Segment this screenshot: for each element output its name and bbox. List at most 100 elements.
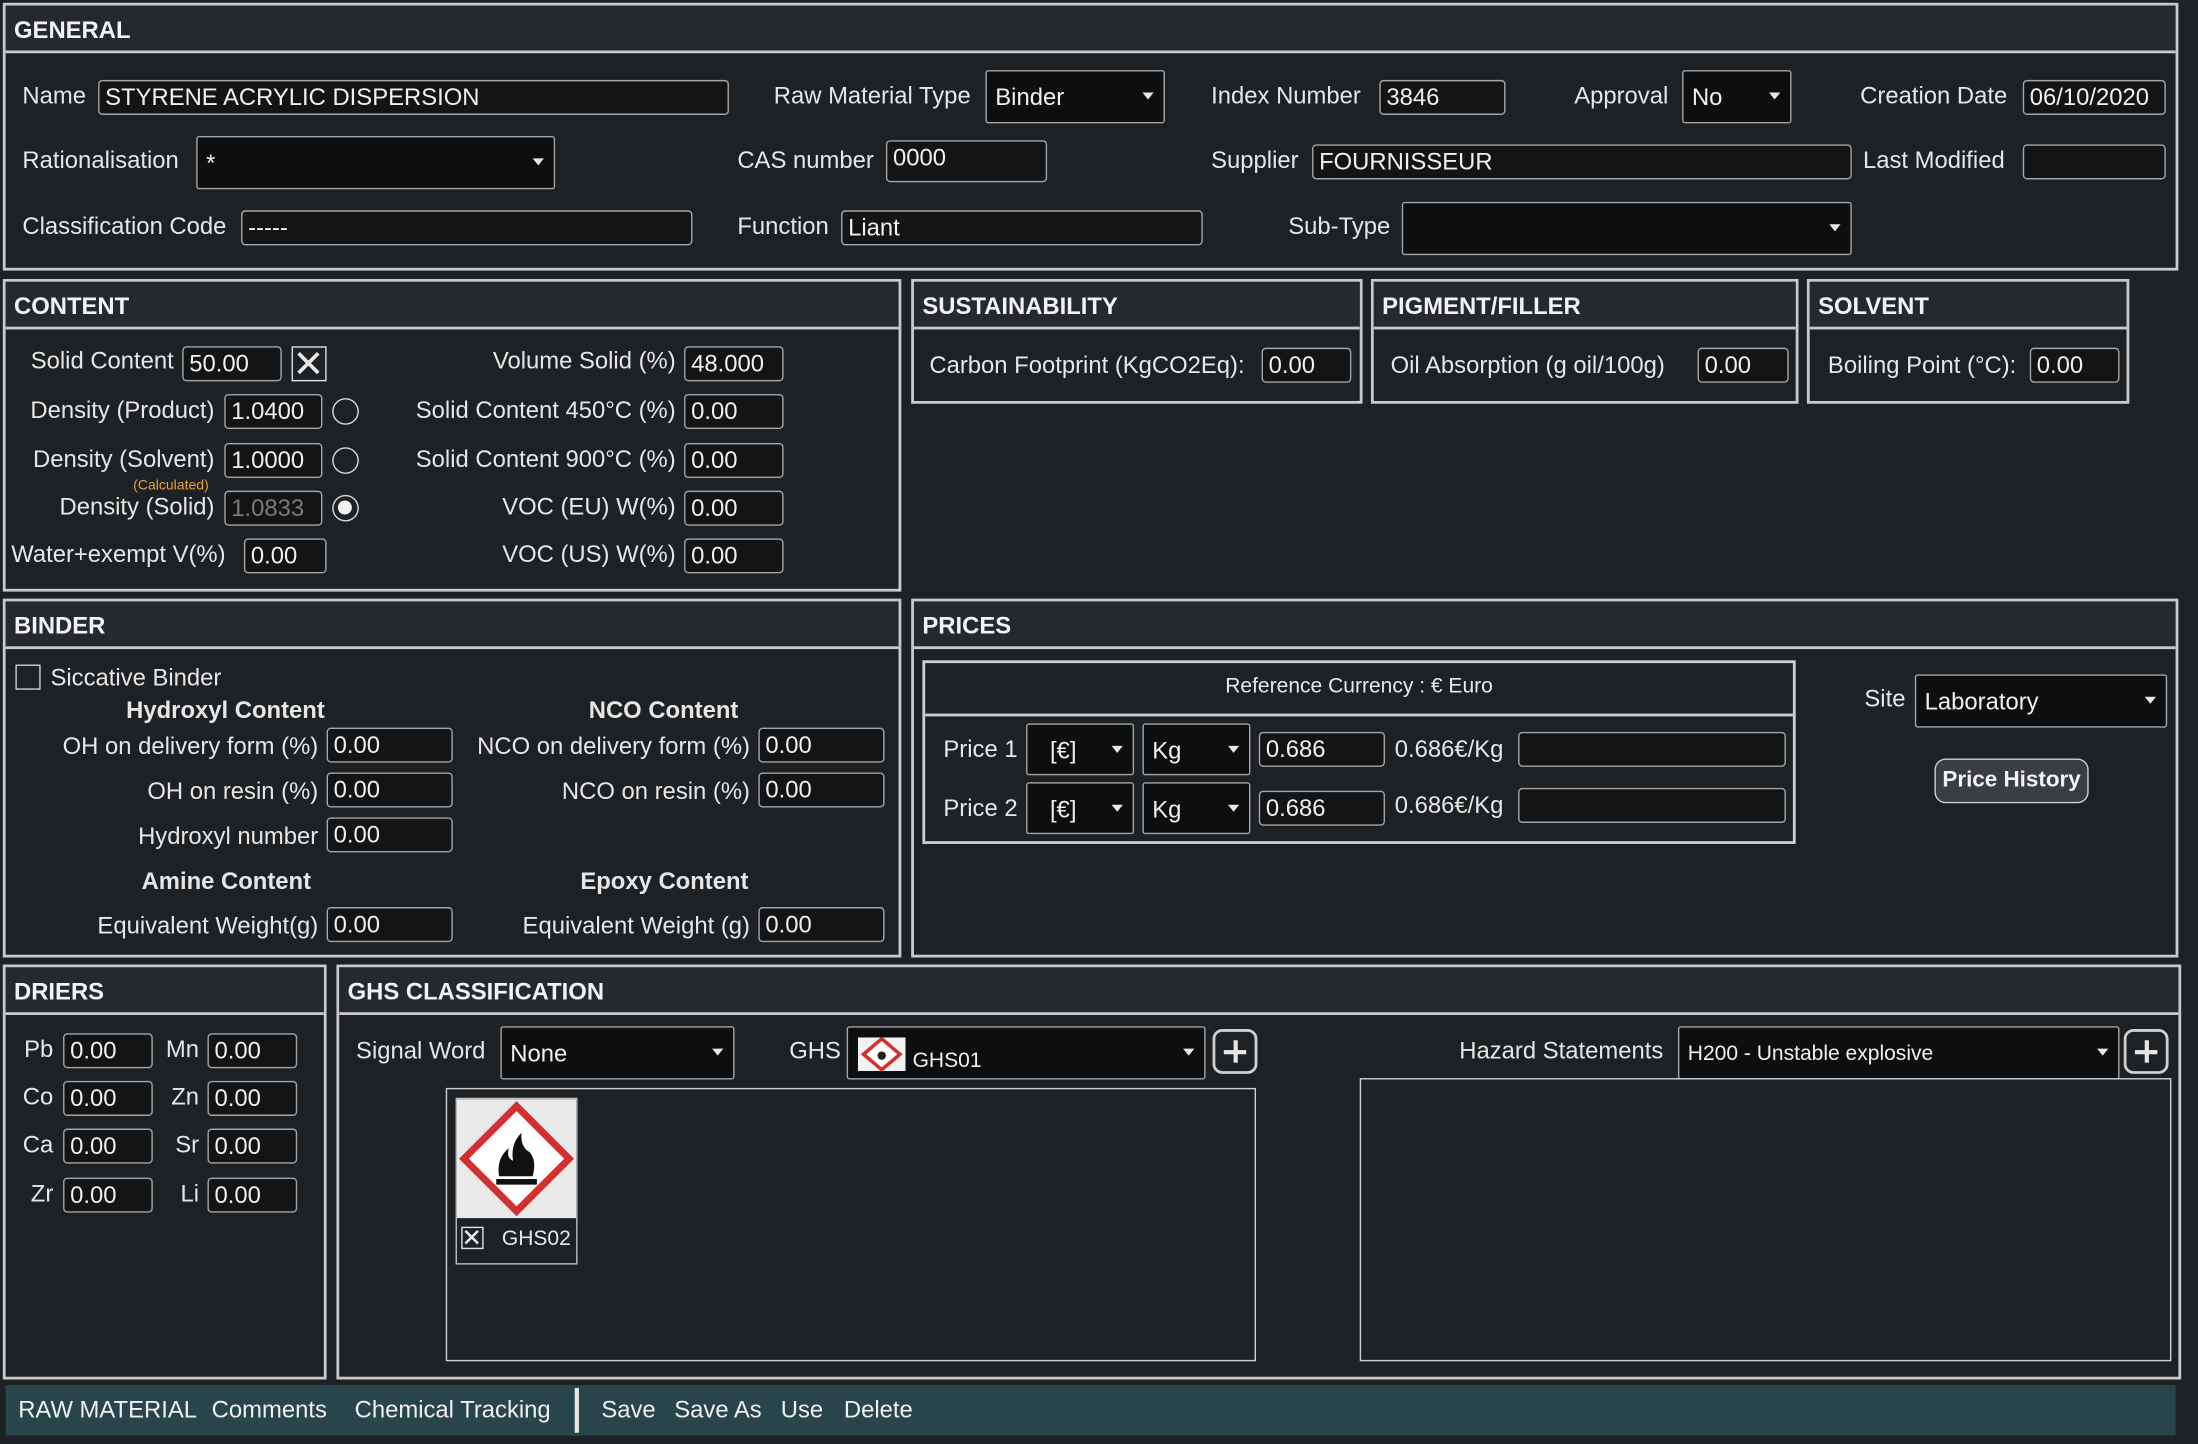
tab-raw-material[interactable]: RAW MATERIAL: [18, 1396, 197, 1424]
drier-co-label: Co: [22, 1083, 54, 1111]
content-header: CONTENT: [5, 281, 899, 330]
drier-sr-field[interactable]: 0.00: [207, 1128, 298, 1164]
approval-select[interactable]: No: [1682, 70, 1792, 124]
pictogram-checkbox[interactable]: [461, 1226, 484, 1250]
pigment-filler-header: PIGMENT/FILLER: [1373, 281, 1796, 330]
footer-toolbar: RAW MATERIAL Comments Chemical Tracking …: [5, 1385, 2176, 1436]
ghs-pictogram-card[interactable]: GHS02: [455, 1097, 578, 1265]
density-solid-field: 1.0833: [224, 490, 323, 526]
signal-word-value: None: [510, 1040, 568, 1067]
close-x-icon: [464, 1230, 479, 1245]
binder-header: BINDER: [5, 601, 899, 650]
siccative-binder-checkbox[interactable]: [15, 664, 41, 690]
drier-li-field[interactable]: 0.00: [207, 1177, 298, 1213]
signal-word-select[interactable]: None: [500, 1026, 735, 1080]
rationalisation-select[interactable]: *: [196, 135, 556, 190]
voc-eu-field[interactable]: 0.00: [684, 490, 784, 526]
nco-resin-field[interactable]: 0.00: [758, 772, 885, 808]
tab-chemical-tracking[interactable]: Chemical Tracking: [355, 1396, 551, 1424]
general-title: GENERAL: [14, 16, 131, 44]
solid-content-450-label: Solid Content 450°C (%): [415, 396, 676, 424]
price-1-unit-select[interactable]: Kg: [1142, 723, 1251, 776]
hazard-statements-select[interactable]: H200 - Unstable explosive: [1677, 1026, 2120, 1080]
price-2-label: Price 2: [943, 794, 1018, 822]
sustainability-panel: SUSTAINABILITY: [911, 278, 1363, 404]
carbon-footprint-field[interactable]: 0.00: [1261, 347, 1352, 383]
index-number-field[interactable]: 3846: [1379, 79, 1506, 115]
classification-code-label: Classification Code: [22, 213, 227, 240]
hydroxyl-number-field[interactable]: 0.00: [326, 817, 453, 853]
voc-us-field[interactable]: 0.00: [684, 538, 784, 574]
name-label: Name: [22, 82, 87, 110]
prices-title: PRICES: [922, 612, 1012, 640]
solid-content-field[interactable]: 50.00: [182, 346, 282, 382]
price-history-label: Price History: [1942, 768, 2081, 793]
creation-date-field[interactable]: 06/10/2020: [2022, 79, 2166, 115]
function-field[interactable]: Liant: [841, 210, 1203, 246]
solid-content-900-field[interactable]: 0.00: [684, 443, 784, 479]
drier-co-field[interactable]: 0.00: [63, 1080, 153, 1116]
hazard-statements-label: Hazard Statements: [1459, 1037, 1664, 1065]
price-2-unit-select[interactable]: Kg: [1142, 782, 1251, 835]
price-1-value-field[interactable]: 0.686: [1258, 731, 1385, 767]
solid-content-450-field[interactable]: 0.00: [684, 393, 784, 429]
chevron-down-icon: [1111, 804, 1123, 812]
supplier-field[interactable]: FOURNISSEUR: [1312, 144, 1852, 180]
drier-mn-field[interactable]: 0.00: [207, 1033, 298, 1069]
sub-type-select[interactable]: [1401, 201, 1852, 256]
drier-pb-field[interactable]: 0.00: [63, 1033, 153, 1069]
epoxy-content-heading: Epoxy Content: [580, 867, 749, 895]
price-1-currency-select[interactable]: [€]: [1026, 723, 1135, 776]
add-ghs-button[interactable]: [1212, 1029, 1258, 1074]
amine-weight-label: Equivalent Weight(g): [97, 912, 319, 940]
drier-pb-label: Pb: [24, 1036, 54, 1063]
nco-delivery-label: NCO on delivery form (%): [477, 733, 750, 760]
chevron-down-icon: [532, 158, 544, 166]
nco-delivery-field[interactable]: 0.00: [758, 727, 885, 763]
chevron-down-icon: [1111, 745, 1123, 753]
drier-zn-field[interactable]: 0.00: [207, 1080, 298, 1116]
classification-code-field[interactable]: -----: [241, 210, 693, 246]
water-exempt-field[interactable]: 0.00: [243, 538, 327, 574]
chevron-down-icon: [2097, 1048, 2109, 1056]
delete-button[interactable]: Delete: [844, 1396, 913, 1424]
drier-zr-label: Zr: [30, 1180, 54, 1208]
amine-content-heading: Amine Content: [141, 867, 312, 895]
price-1-extra-field[interactable]: [1518, 731, 1786, 767]
drier-zr-field[interactable]: 0.00: [63, 1177, 153, 1213]
tab-comments[interactable]: Comments: [212, 1396, 327, 1424]
ghs-select[interactable]: GHS01: [846, 1026, 1206, 1080]
density-product-field[interactable]: 1.0400: [224, 393, 323, 429]
price-2-currency-select[interactable]: [€]: [1026, 782, 1135, 835]
epoxy-weight-field[interactable]: 0.00: [758, 907, 885, 943]
site-select[interactable]: Laboratory: [1914, 674, 2168, 728]
add-hazard-button[interactable]: [2123, 1029, 2169, 1074]
name-field[interactable]: STYRENE ACRYLIC DISPERSION: [98, 79, 729, 115]
price-1-label: Price 1: [943, 736, 1018, 763]
ghs-label: GHS: [789, 1037, 841, 1065]
general-header: GENERAL: [5, 5, 2176, 54]
ghs-header: GHS CLASSIFICATION: [339, 967, 2179, 1016]
use-button[interactable]: Use: [781, 1396, 823, 1424]
boiling-point-field[interactable]: 0.00: [2029, 347, 2120, 383]
drier-zn-label: Zn: [171, 1083, 200, 1111]
save-as-button[interactable]: Save As: [674, 1396, 761, 1424]
price-history-button[interactable]: Price History: [1934, 758, 2089, 804]
sustainability-header: SUSTAINABILITY: [913, 281, 1360, 330]
prices-header: PRICES: [913, 601, 2176, 650]
price-1-unit-value: Kg: [1152, 737, 1182, 765]
creation-date-label: Creation Date: [1860, 82, 2008, 110]
volume-solid-field[interactable]: 48.000: [684, 346, 784, 382]
raw-material-type-select[interactable]: Binder: [985, 70, 1165, 124]
last-modified-field[interactable]: [2022, 144, 2166, 180]
density-solvent-field[interactable]: 1.0000: [224, 443, 323, 479]
cas-number-field[interactable]: 0000: [885, 140, 1048, 183]
save-button[interactable]: Save: [601, 1396, 655, 1424]
density-solid-label: Density (Solid): [59, 493, 215, 521]
oil-absorption-field[interactable]: 0.00: [1697, 347, 1789, 383]
solid-content-checkbox[interactable]: [291, 346, 327, 382]
price-2-value-field[interactable]: 0.686: [1258, 790, 1385, 826]
price-2-extra-field[interactable]: [1518, 787, 1786, 823]
drier-ca-field[interactable]: 0.00: [63, 1128, 153, 1164]
solvent-header: SOLVENT: [1809, 281, 2127, 330]
